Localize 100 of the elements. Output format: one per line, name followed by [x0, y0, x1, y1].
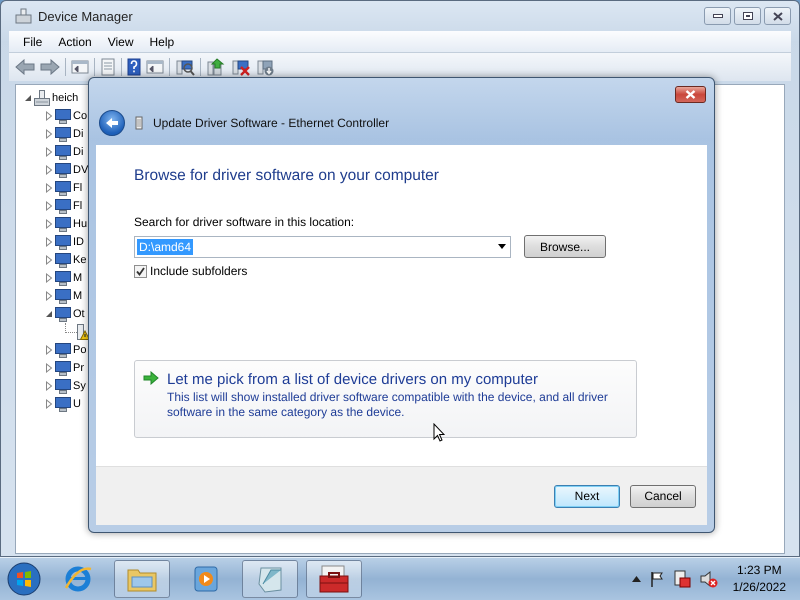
checkbox[interactable] [134, 264, 147, 278]
expander-icon[interactable] [44, 363, 53, 373]
network-error-icon[interactable] [672, 570, 691, 588]
show-hidden-icons-icon[interactable] [632, 576, 641, 582]
expander-icon[interactable] [44, 201, 53, 211]
tree-item[interactable]: Fl [71, 182, 82, 194]
option-link[interactable]: Let me pick from a list of device drivers on my computer This list will show installed driver software compatible with the device, and all driver software in the same category as the device. [134, 360, 637, 438]
device-category-icon [55, 162, 71, 178]
tree-item[interactable]: Hu [71, 218, 88, 230]
option-description: This list will show installed driver software compatible with the device, and all driver software in the same category as the device. [167, 390, 609, 420]
browse-button[interactable]: Browse... [524, 235, 606, 258]
device-category-icon [55, 306, 71, 322]
expander-icon[interactable] [44, 129, 53, 139]
maximize-icon [742, 12, 752, 20]
tree-item[interactable]: Ot [71, 308, 85, 320]
option-title[interactable]: Let me pick from a list of device drivers on my computer [167, 371, 626, 388]
tree-item[interactable]: Ke [71, 254, 86, 266]
minimize-button[interactable] [704, 7, 731, 25]
expander-icon[interactable] [44, 111, 53, 121]
expander-icon[interactable] [44, 165, 53, 175]
device-category-icon [55, 108, 71, 124]
tree-item[interactable]: Po [71, 344, 86, 356]
tree-item[interactable]: DV [71, 164, 88, 176]
close-icon [685, 90, 696, 99]
computer-icon [34, 90, 50, 106]
device-category-icon [55, 288, 71, 304]
dialog-button[interactable]: Next [554, 484, 620, 508]
expander-icon[interactable] [44, 381, 53, 391]
action-pane-icon[interactable] [146, 59, 164, 75]
forward-arrow-icon[interactable] [40, 59, 60, 75]
close-icon [772, 12, 782, 20]
expander-icon[interactable] [44, 237, 53, 247]
browser-icon[interactable] [63, 564, 93, 594]
menu-item[interactable]: Help [142, 32, 182, 50]
dialog-heading: Browse for driver software on your computer [134, 167, 440, 185]
scan-hardware-icon[interactable] [175, 58, 195, 76]
expander-icon[interactable] [44, 255, 53, 265]
tree-item[interactable]: Di [71, 146, 84, 158]
expander-icon[interactable] [44, 183, 53, 193]
tree-item[interactable]: M [71, 290, 82, 302]
menu-item[interactable]: Action [50, 32, 100, 50]
update-driver-icon[interactable] [206, 58, 226, 76]
device-category-icon [55, 252, 71, 268]
tree-item[interactable]: Co [71, 110, 88, 122]
tree-item[interactable]: M [71, 272, 82, 284]
window-title: Device Manager [38, 8, 134, 24]
flag-icon[interactable] [650, 571, 664, 588]
expander-icon[interactable] [44, 291, 53, 301]
tree-item[interactable]: U [71, 398, 81, 410]
dialog-title: Update Driver Software - Ethernet Controller [153, 116, 390, 130]
menu-item[interactable]: File [15, 32, 50, 50]
device-category-icon [55, 270, 71, 286]
tree-item[interactable]: Fl [71, 200, 82, 212]
dropdown-arrow-icon [498, 244, 506, 249]
clock-date[interactable]: 1/26/2022 [732, 579, 786, 596]
device-category-icon [55, 126, 71, 142]
device-category-icon [55, 198, 71, 214]
start-button[interactable] [6, 561, 42, 598]
menu-item[interactable]: View [100, 32, 142, 50]
device-category-icon [55, 180, 71, 196]
tree-item[interactable]: Pr [71, 362, 84, 374]
media-player-icon[interactable] [193, 565, 219, 594]
tree-item[interactable]: heich [50, 92, 78, 104]
close-button[interactable] [675, 86, 706, 103]
expander-icon[interactable] [44, 345, 53, 355]
close-button[interactable] [764, 7, 791, 25]
help-icon[interactable] [127, 58, 141, 76]
uninstall-device-icon[interactable] [256, 58, 276, 76]
tree-item[interactable]: Di [71, 128, 84, 140]
expander-icon[interactable] [44, 219, 53, 229]
device-manager-icon [15, 8, 33, 24]
disable-device-icon[interactable] [231, 58, 251, 76]
tree-item[interactable]: ID [71, 236, 84, 248]
dialog-button[interactable]: Cancel [630, 484, 696, 508]
back-arrow-icon [105, 117, 119, 129]
maximize-button[interactable] [734, 7, 761, 25]
clock-time[interactable]: 1:23 PM [736, 562, 782, 580]
expander-icon[interactable] [44, 147, 53, 157]
checkbox-label[interactable]: Include subfolders [150, 264, 248, 278]
go-arrow-icon [143, 371, 159, 385]
toolbox-icon[interactable] [318, 564, 350, 594]
device-category-icon [55, 216, 71, 232]
properties-icon[interactable] [100, 58, 116, 76]
back-arrow-icon[interactable] [15, 59, 35, 75]
mouse-cursor-icon [433, 423, 445, 442]
back-button[interactable] [99, 110, 125, 136]
taskbar-button[interactable] [306, 560, 362, 598]
device-category-icon [55, 342, 71, 358]
device-category-icon [55, 234, 71, 250]
tree-item[interactable]: Sy [71, 380, 86, 392]
device-category-icon [55, 378, 71, 394]
speaker-muted-icon[interactable] [700, 570, 718, 588]
expander-icon[interactable] [44, 273, 53, 283]
field-label: Search for driver software in this location: [134, 215, 356, 229]
expander-icon[interactable] [44, 309, 53, 319]
device-category-icon [55, 360, 71, 376]
expander-icon[interactable] [44, 399, 53, 409]
console-tree-icon[interactable] [71, 59, 89, 75]
expander-icon[interactable] [23, 93, 32, 103]
minimize-icon [712, 13, 722, 19]
